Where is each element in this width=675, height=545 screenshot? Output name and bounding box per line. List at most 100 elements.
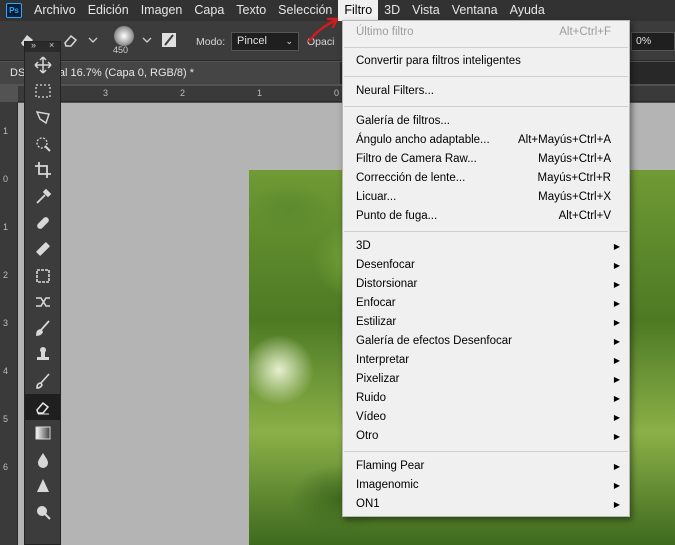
eyedropper-icon	[35, 188, 51, 204]
bandage-icon	[36, 217, 49, 229]
submenu-imagenomic[interactable]: Imagenomic ▶	[343, 476, 629, 495]
ruler-tick-label: 4	[3, 366, 9, 376]
triangle-icon	[36, 478, 49, 492]
gradient-icon	[35, 426, 50, 440]
close-icon[interactable]: ×	[49, 40, 54, 50]
menu-item-label: Licuar...	[356, 191, 397, 203]
history-brush-tool[interactable]	[25, 368, 60, 394]
menu-ventana[interactable]: Ventana	[446, 0, 504, 21]
submenu-interpretar[interactable]: Interpretar ▶	[343, 351, 629, 370]
crop-tool[interactable]	[25, 157, 60, 183]
submenu-arrow-icon: ▶	[613, 280, 620, 289]
menu-vista[interactable]: Vista	[406, 0, 446, 21]
blur-tool[interactable]	[25, 446, 60, 472]
menu-separator	[344, 106, 628, 107]
menu-item-label: Convertir para filtros inteligentes	[356, 55, 521, 67]
smudge-tool[interactable]	[25, 499, 60, 525]
brush-preview[interactable]	[114, 26, 134, 46]
menu-filtro[interactable]: Filtro	[338, 0, 379, 21]
marquee-tool[interactable]	[25, 78, 60, 104]
stamp-tool[interactable]	[25, 341, 60, 367]
eraser-icon[interactable]	[62, 31, 80, 49]
ruler-tick-label: 1	[3, 126, 9, 136]
menu-item-liquify[interactable]: Licuar... Mayús+Ctrl+X	[343, 188, 629, 207]
ruler-tick-label: 2	[180, 88, 186, 98]
ruler-tick-label: 3	[103, 88, 109, 98]
menu-item-shortcut: Mayús+Ctrl+X	[538, 191, 611, 203]
marquee-icon	[34, 84, 51, 99]
menu-ayuda[interactable]: Ayuda	[504, 0, 551, 21]
chevron-down-icon: ⌄	[285, 36, 293, 46]
chevron-down-icon[interactable]	[84, 31, 102, 49]
submenu-3d[interactable]: 3D ▶	[343, 237, 629, 256]
menu-item-adaptive-wide-angle[interactable]: Ángulo ancho adaptable... Alt+Mayús+Ctrl…	[343, 131, 629, 150]
menu-item-label: Ruido	[356, 392, 387, 404]
filter-menu: Último filtro Alt+Ctrl+F Convertir para …	[342, 20, 630, 517]
menu-archivo[interactable]: Archivo	[28, 0, 82, 21]
menu-separator	[344, 231, 628, 232]
submenu-on1[interactable]: ON1 ▶	[343, 495, 629, 514]
menu-item-label: Galería de efectos Desenfocar	[356, 335, 512, 347]
tools-panel-header[interactable]: » ×	[25, 40, 60, 52]
menu-item-label: ON1	[356, 498, 380, 510]
ruler-left[interactable]: 1 0 1 2 3 4 5 6	[0, 102, 18, 545]
collapse-icon[interactable]: »	[31, 40, 36, 50]
menu-separator	[344, 76, 628, 77]
eraser-tool[interactable]	[25, 393, 60, 421]
eyedropper-tool[interactable]	[25, 183, 60, 209]
menu-item-label: Enfocar	[356, 297, 396, 309]
submenu-flaming-pear[interactable]: Flaming Pear ▶	[343, 457, 629, 476]
menu-item-label: Vídeo	[356, 411, 387, 423]
submenu-pixelizar[interactable]: Pixelizar ▶	[343, 370, 629, 389]
ruler-tick-label: 1	[257, 88, 263, 98]
brush-size: 450	[113, 45, 129, 55]
content-move-tool[interactable]	[25, 289, 60, 315]
photoshop-logo[interactable]: Ps	[6, 3, 22, 18]
menu-item-shortcut: Mayús+Ctrl+A	[538, 153, 611, 165]
submenu-enfocar[interactable]: Enfocar ▶	[343, 294, 629, 313]
menu-3d[interactable]: 3D	[378, 0, 406, 21]
menu-item-camera-raw[interactable]: Filtro de Camera Raw... Mayús+Ctrl+A	[343, 150, 629, 169]
menu-item-label: Filtro de Camera Raw...	[356, 153, 477, 165]
menu-capa[interactable]: Capa	[188, 0, 230, 21]
spot-healing-tool[interactable]	[25, 210, 60, 236]
submenu-arrow-icon: ▶	[613, 242, 620, 251]
menu-item-vanishing-point[interactable]: Punto de fuga... Alt+Ctrl+V	[343, 207, 629, 226]
healing-brush-tool[interactable]	[25, 236, 60, 262]
submenu-estilizar[interactable]: Estilizar ▶	[343, 313, 629, 332]
modo-select[interactable]: Pincel ⌄	[231, 32, 299, 51]
submenu-ruido[interactable]: Ruido ▶	[343, 389, 629, 408]
menu-imagen[interactable]: Imagen	[135, 0, 189, 21]
gradient-tool[interactable]	[25, 420, 60, 446]
drop-icon	[37, 452, 48, 468]
menu-edicion[interactable]: Edición	[82, 0, 135, 21]
lasso-tool[interactable]	[25, 105, 60, 131]
submenu-arrow-icon: ▶	[613, 299, 620, 308]
quick-select-tool[interactable]	[25, 131, 60, 157]
menu-item-label: Interpretar	[356, 354, 410, 366]
menu-texto[interactable]: Texto	[230, 0, 272, 21]
patch-icon	[35, 268, 50, 283]
submenu-video[interactable]: Vídeo ▶	[343, 408, 629, 427]
menu-item-neural-filters[interactable]: Neural Filters...	[343, 82, 629, 101]
submenu-arrow-icon: ▶	[613, 261, 620, 270]
menu-item-shortcut: Alt+Ctrl+F	[559, 26, 611, 38]
menu-item-smart-filters[interactable]: Convertir para filtros inteligentes	[343, 52, 629, 71]
submenu-desenfocar[interactable]: Desenfocar ▶	[343, 256, 629, 275]
brush-settings-icon[interactable]	[160, 31, 178, 49]
submenu-arrow-icon: ▶	[613, 500, 620, 509]
healing-icon	[35, 242, 50, 256]
menu-item-lens-correction[interactable]: Corrección de lente... Mayús+Ctrl+R	[343, 169, 629, 188]
submenu-otro[interactable]: Otro ▶	[343, 427, 629, 446]
move-tool[interactable]	[25, 52, 60, 78]
patch-tool[interactable]	[25, 262, 60, 288]
brush-tool[interactable]	[25, 315, 60, 341]
percent-field[interactable]: 0%	[631, 32, 675, 51]
sharpen-tool[interactable]	[25, 473, 60, 499]
menu-item-last-filter[interactable]: Último filtro Alt+Ctrl+F	[343, 23, 629, 42]
submenu-blur-gallery[interactable]: Galería de efectos Desenfocar ▶	[343, 332, 629, 351]
menu-item-label: Desenfocar	[356, 259, 415, 271]
chevron-down-icon[interactable]	[138, 31, 156, 49]
menu-item-filter-gallery[interactable]: Galería de filtros...	[343, 112, 629, 131]
submenu-distorsionar[interactable]: Distorsionar ▶	[343, 275, 629, 294]
